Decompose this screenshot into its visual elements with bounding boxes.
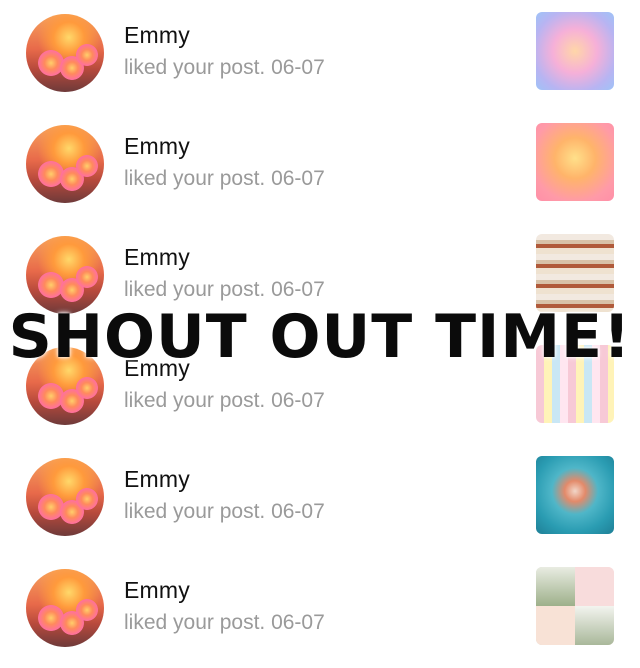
avatar[interactable] (26, 14, 104, 92)
flower-decoration (76, 44, 98, 66)
avatar[interactable] (26, 569, 104, 647)
flower-decoration (76, 266, 98, 288)
list-item[interactable]: Emmy liked your post. 06-07 (0, 444, 640, 554)
activity-text: liked your post. 06-07 (124, 167, 325, 190)
avatar[interactable] (26, 347, 104, 425)
flower-decoration (76, 155, 98, 177)
activity-text: liked your post. 06-07 (124, 278, 325, 301)
list-item[interactable]: Emmy liked your post. 06-07 (0, 111, 640, 221)
post-thumbnail[interactable] (536, 567, 614, 645)
thumbnail-collage-tile (536, 567, 575, 606)
flower-decoration (76, 377, 98, 399)
post-thumbnail[interactable] (536, 234, 614, 312)
post-thumbnail[interactable] (536, 345, 614, 423)
post-thumbnail[interactable] (536, 123, 614, 201)
avatar[interactable] (26, 236, 104, 314)
list-item[interactable]: Emmy liked your post. 06-07 (0, 555, 640, 665)
activity-text: liked your post. 06-07 (124, 611, 325, 634)
thumbnail-collage-tile (575, 606, 614, 645)
thumbnail-collage-tile (536, 606, 575, 645)
activity-text: liked your post. 06-07 (124, 56, 325, 79)
flower-decoration (76, 488, 98, 510)
username[interactable]: Emmy (124, 466, 190, 493)
flower-decoration (76, 599, 98, 621)
list-item[interactable]: Emmy liked your post. 06-07 (0, 222, 640, 332)
username[interactable]: Emmy (124, 244, 190, 271)
username[interactable]: Emmy (124, 355, 190, 382)
activity-text: liked your post. 06-07 (124, 500, 325, 523)
list-item[interactable]: Emmy liked your post. 06-07 (0, 333, 640, 443)
avatar[interactable] (26, 458, 104, 536)
username[interactable]: Emmy (124, 577, 190, 604)
thumbnail-collage-tile (575, 567, 614, 606)
username[interactable]: Emmy (124, 22, 190, 49)
activity-text: liked your post. 06-07 (124, 389, 325, 412)
username[interactable]: Emmy (124, 133, 190, 160)
post-thumbnail[interactable] (536, 456, 614, 534)
list-item[interactable]: Emmy liked your post. 06-07 (0, 0, 640, 110)
avatar[interactable] (26, 125, 104, 203)
post-thumbnail[interactable] (536, 12, 614, 90)
